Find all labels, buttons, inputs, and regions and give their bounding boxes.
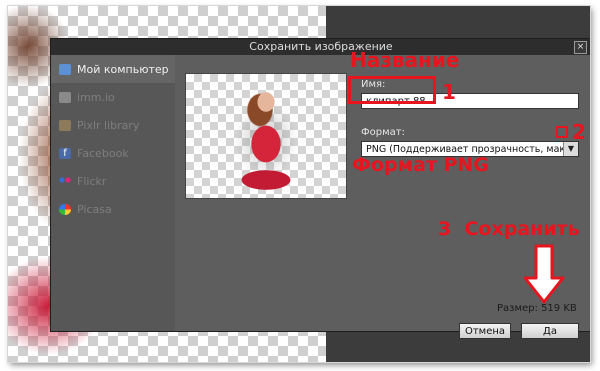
format-dropdown-highlight [556,126,568,138]
sidebar-item-label: Flickr [77,174,107,188]
step-1-marker: 1 [442,80,456,104]
down-arrow-icon [523,244,565,304]
close-icon: × [576,42,585,52]
sidebar-item-my-computer[interactable]: Мой компьютер [51,55,175,83]
name-annotation: Название [350,48,460,72]
library-icon [59,119,71,131]
chevron-down-icon[interactable]: ▼ [563,142,578,156]
sidebar-item-picasa[interactable]: Picasa [51,195,175,223]
sidebar-item-label: Мой компьютер [77,62,169,76]
name-highlight-box [348,76,436,104]
picasa-icon [59,203,71,215]
image-icon [59,91,71,103]
ok-button[interactable]: Да [521,323,579,339]
sidebar-item-facebook[interactable]: f Facebook [51,139,175,167]
step-2-marker: 2 [572,120,586,144]
save-annotation: 3 Сохранить [438,218,580,240]
sidebar-item-label: imm.io [77,90,115,104]
sidebar-item-label: Pixlr library [77,118,140,132]
flickr-icon [59,176,71,187]
save-destination-sidebar: Мой компьютер imm.io Pixlr library f Fac… [51,55,175,331]
image-preview [185,73,347,199]
monitor-icon [59,63,71,75]
preview-thumbnail [220,80,312,196]
sidebar-item-label: Picasa [77,202,112,216]
format-label: Формат: [361,127,405,138]
screenshot-frame: Сохранить изображение × Мой компьютер im… [8,6,590,362]
facebook-icon: f [59,147,71,159]
cancel-button[interactable]: Отмена [459,323,511,339]
close-button[interactable]: × [574,41,587,54]
dialog-titlebar: Сохранить изображение × [51,39,590,55]
sidebar-item-flickr[interactable]: Flickr [51,167,175,195]
sidebar-item-pixlr-library[interactable]: Pixlr library [51,111,175,139]
save-image-dialog: Сохранить изображение × Мой компьютер im… [50,38,590,339]
sidebar-item-label: Facebook [77,146,129,160]
format-annotation: Формат PNG [352,154,489,176]
sidebar-item-immio[interactable]: imm.io [51,83,175,111]
